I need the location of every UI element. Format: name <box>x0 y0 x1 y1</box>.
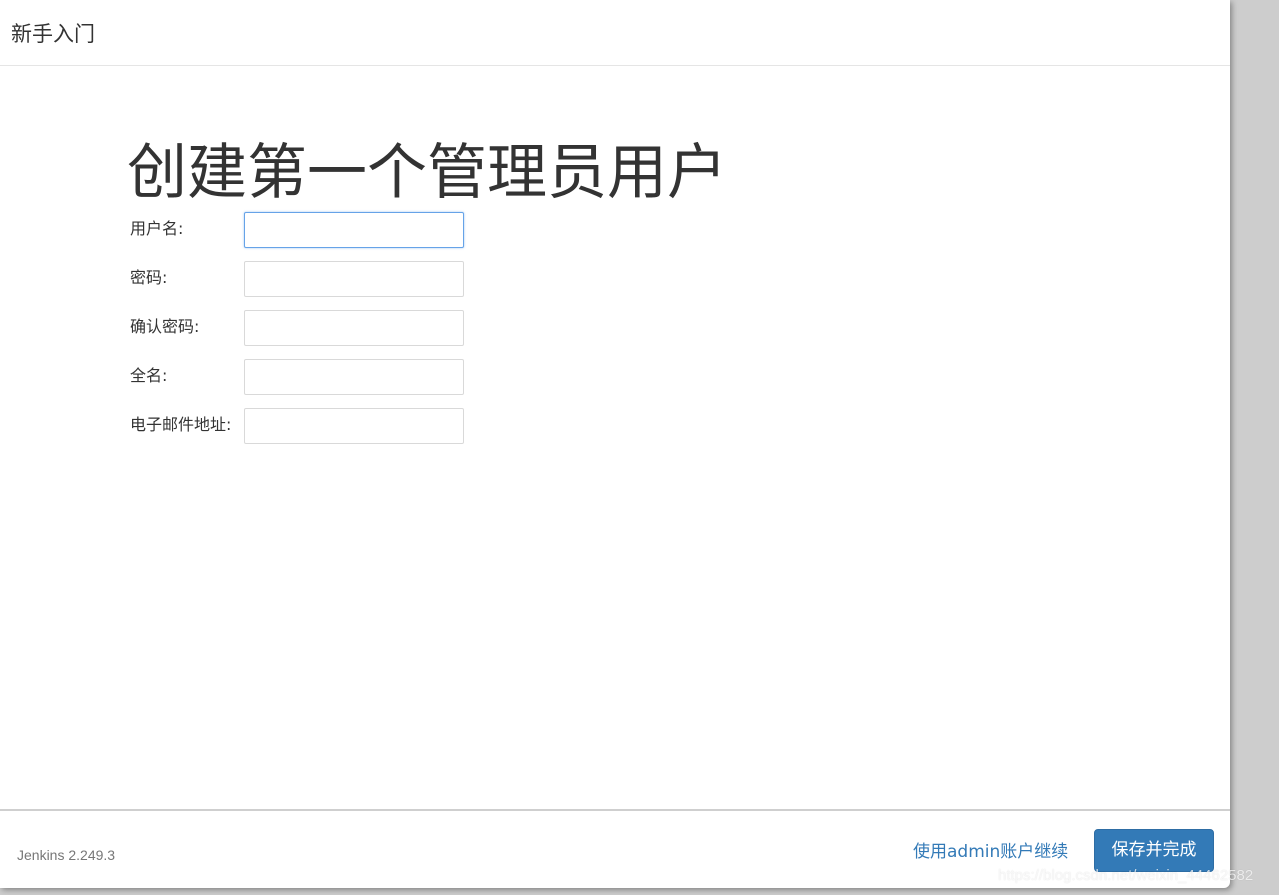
username-input[interactable] <box>244 212 464 248</box>
fullname-input[interactable] <box>244 359 464 395</box>
confirm-password-row: 确认密码: <box>130 310 470 346</box>
setup-wizard-dialog: 新手入门 创建第一个管理员用户 用户名: 密码: 确认密码: 全名: 电子邮件地… <box>0 0 1230 888</box>
continue-as-admin-link[interactable]: 使用admin账户继续 <box>913 840 1068 864</box>
username-row: 用户名: <box>130 212 470 248</box>
confirm-password-input[interactable] <box>244 310 464 346</box>
email-label: 电子邮件地址: <box>130 415 232 434</box>
password-label: 密码: <box>130 268 168 287</box>
email-input[interactable] <box>244 408 464 444</box>
confirm-password-label: 确认密码: <box>130 317 200 336</box>
dialog-title: 新手入门 <box>11 22 95 46</box>
password-input[interactable] <box>244 261 464 297</box>
dialog-body: 创建第一个管理员用户 用户名: 密码: 确认密码: 全名: 电子邮件地址: <box>0 66 1230 810</box>
dialog-header: 新手入门 <box>0 0 1230 66</box>
watermark: https://blog.csdn.net/weixin_44462582 <box>998 867 1254 884</box>
page-title: 创建第一个管理员用户 <box>127 138 727 208</box>
fullname-row: 全名: <box>130 359 470 395</box>
username-label: 用户名: <box>130 219 184 238</box>
fullname-label: 全名: <box>130 366 168 385</box>
email-row: 电子邮件地址: <box>130 408 470 444</box>
version-label: Jenkins 2.249.3 <box>17 847 116 863</box>
password-row: 密码: <box>130 261 470 297</box>
